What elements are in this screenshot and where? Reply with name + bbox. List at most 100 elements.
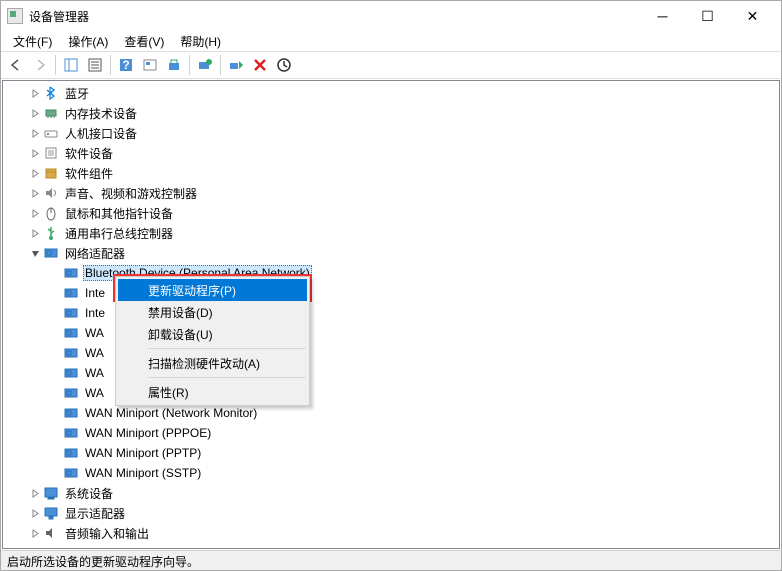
device-label: Inte [83,305,107,321]
tree-category-network[interactable]: 网络适配器 [3,243,779,263]
audio-icon [43,185,59,201]
expand-icon[interactable] [27,225,43,241]
tree-device-item[interactable]: WAN Miniport (SSTP) [3,463,779,483]
expand-icon[interactable] [27,165,43,181]
category-label: 通用串行总线控制器 [63,224,175,243]
collapse-icon[interactable] [27,245,43,261]
category-label: 内存技术设备 [63,104,139,123]
uninstall-device-button[interactable] [249,54,271,76]
device-label: WA [83,385,106,401]
network-adapter-icon [63,285,79,301]
status-bar: 启动所选设备的更新驱动程序向导。 [1,550,781,570]
device-label: WAN Miniport (Network Monitor) [83,405,259,421]
back-button[interactable] [5,54,27,76]
device-label: WAN Miniport (SSTP) [83,465,203,481]
device-label: WAN Miniport (PPTP) [83,445,203,461]
aio-icon [43,525,59,541]
category-label: 软件设备 [63,144,115,163]
context-menu-uninstall-device[interactable]: 卸载设备(U) [118,323,307,345]
properties-button[interactable] [84,54,106,76]
network-adapter-icon [63,265,79,281]
tree-category-bluetooth[interactable]: 蓝牙 [3,83,779,103]
network-adapter-icon [63,425,79,441]
tree-category-software-devices[interactable]: 软件设备 [3,143,779,163]
sys-icon [43,485,59,501]
minimize-button[interactable]: ─ [640,2,685,30]
svg-text:?: ? [122,58,129,72]
network-adapter-icon [63,305,79,321]
tree-category-memory[interactable]: 内存技术设备 [3,103,779,123]
update-driver-button[interactable] [194,54,216,76]
scan-hardware-button[interactable] [163,54,185,76]
expand-icon[interactable] [27,85,43,101]
network-adapter-icon [63,465,79,481]
disp-icon [43,505,59,521]
context-menu-disable-device[interactable]: 禁用设备(D) [118,301,307,323]
tree-category-display[interactable]: 显示适配器 [3,503,779,523]
mem-icon [43,105,59,121]
unknown-button-1[interactable] [139,54,161,76]
category-label: 蓝牙 [63,84,91,103]
network-adapter-icon [63,325,79,341]
category-label: 系统设备 [63,484,115,503]
context-menu-update-driver[interactable]: 更新驱动程序(P) [118,279,307,301]
menu-file[interactable]: 文件(F) [5,31,60,51]
context-menu-properties[interactable]: 属性(R) [118,381,307,403]
network-adapter-icon [63,405,79,421]
expand-icon[interactable] [27,485,43,501]
context-menu-scan-hardware[interactable]: 扫描检测硬件改动(A) [118,352,307,374]
forward-button[interactable] [29,54,51,76]
tree-category-usb[interactable]: 通用串行总线控制器 [3,223,779,243]
expand-icon[interactable] [27,145,43,161]
device-label: WA [83,365,106,381]
maximize-button[interactable]: ☐ [685,2,730,30]
category-label: 软件组件 [63,164,115,183]
app-icon [7,8,23,24]
tree-device-item[interactable]: WAN Miniport (PPPOE) [3,423,779,443]
menu-bar: 文件(F) 操作(A) 查看(V) 帮助(H) [1,31,781,51]
device-tree[interactable]: 蓝牙内存技术设备人机接口设备软件设备软件组件声音、视频和游戏控制器鼠标和其他指针… [2,80,780,549]
pkg-icon [43,165,59,181]
category-label: 音频输入和输出 [63,524,151,543]
menu-help[interactable]: 帮助(H) [172,31,229,51]
device-label: WA [83,325,106,341]
close-button[interactable]: ✕ [730,2,775,30]
tree-category-hid[interactable]: 人机接口设备 [3,123,779,143]
net-icon [43,245,59,261]
disable-device-button[interactable] [273,54,295,76]
category-label: 鼠标和其他指针设备 [63,204,175,223]
category-label: 人机接口设备 [63,124,139,143]
network-adapter-icon [63,385,79,401]
help-button[interactable]: ? [115,54,137,76]
menu-view[interactable]: 查看(V) [116,31,172,51]
title-bar: 设备管理器 ─ ☐ ✕ [1,1,781,31]
tree-category-system[interactable]: 系统设备 [3,483,779,503]
expand-icon[interactable] [27,185,43,201]
tree-device-item[interactable]: WAN Miniport (PPTP) [3,443,779,463]
context-menu: 更新驱动程序(P) 禁用设备(D) 卸载设备(U) 扫描检测硬件改动(A) 属性… [115,276,310,406]
bt-icon [43,85,59,101]
expand-icon[interactable] [27,205,43,221]
tree-device-item[interactable]: WAN Miniport (Network Monitor) [3,403,779,423]
toolbar: ? [1,51,781,79]
network-adapter-icon [63,445,79,461]
context-menu-separator [148,348,306,349]
expand-icon[interactable] [27,105,43,121]
soft-icon [43,145,59,161]
expand-icon[interactable] [27,525,43,541]
show-hide-tree-button[interactable] [60,54,82,76]
network-adapter-icon [63,345,79,361]
tree-category-software-components[interactable]: 软件组件 [3,163,779,183]
device-label: WA [83,345,106,361]
enable-device-button[interactable] [225,54,247,76]
window-title: 设备管理器 [29,8,640,25]
network-adapter-icon [63,365,79,381]
usb-icon [43,225,59,241]
tree-category-audio-io[interactable]: 音频输入和输出 [3,523,779,543]
expand-icon[interactable] [27,125,43,141]
category-label: 网络适配器 [63,244,127,263]
menu-action[interactable]: 操作(A) [60,31,116,51]
tree-category-mouse[interactable]: 鼠标和其他指针设备 [3,203,779,223]
tree-category-audio-video-game[interactable]: 声音、视频和游戏控制器 [3,183,779,203]
expand-icon[interactable] [27,505,43,521]
